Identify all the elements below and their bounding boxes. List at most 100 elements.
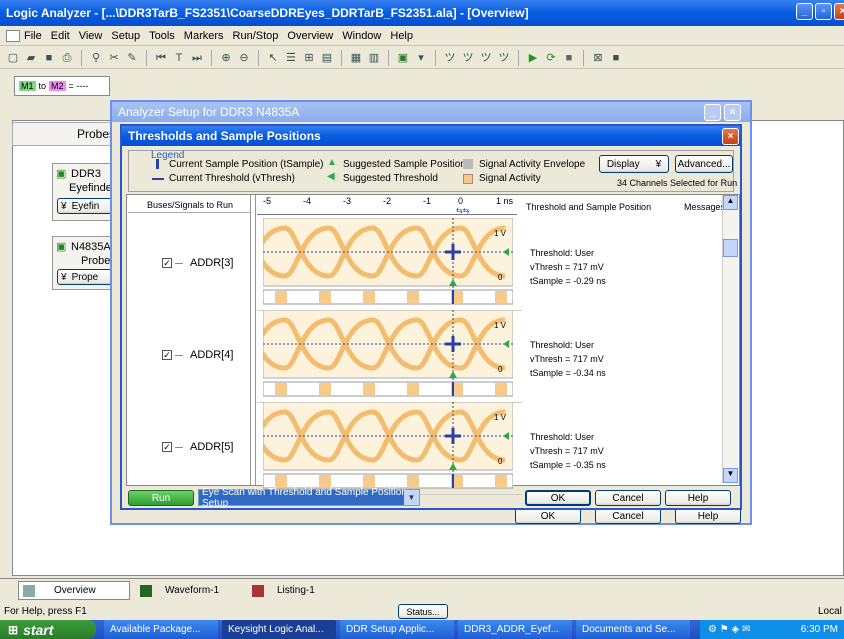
vertical-scrollbar[interactable]: ▲ ▼ [722, 195, 738, 483]
tsample-value: tSample = -0.35 ns [530, 460, 606, 470]
cancel-label: Cancel [612, 492, 644, 504]
scroll-thumb[interactable] [723, 239, 738, 257]
help-label: Help [687, 492, 709, 504]
cut-icon[interactable]: ✂ [107, 51, 121, 65]
setup-cancel-button[interactable]: Cancel [595, 508, 661, 524]
open-icon[interactable]: ▰ [24, 51, 38, 65]
cursor-icon[interactable]: ↖ [266, 51, 280, 65]
menu-file[interactable]: File [24, 30, 42, 42]
column-divider [250, 195, 251, 485]
col-buses-header: Buses/Signals to Run [147, 200, 234, 210]
probe4-icon[interactable]: ツ [497, 51, 511, 65]
axis-tick-label: -3 [343, 196, 352, 206]
legend-current-threshold: Current Threshold (vThresh) [169, 173, 295, 184]
tsample-value: tSample = -0.29 ns [530, 276, 606, 286]
view-icon[interactable]: ▦ [349, 51, 363, 65]
monitor-icon[interactable]: ▣ [396, 51, 410, 65]
envelope-swatch-icon [463, 159, 473, 169]
analyzer-setup-title: Analyzer Setup for DDR3 N4835A [118, 105, 300, 119]
tab-overview[interactable]: Overview [18, 581, 130, 600]
run-button[interactable]: Run [128, 490, 194, 506]
menu-runstop[interactable]: Run/Stop [233, 30, 279, 42]
grid-icon[interactable]: ⊞ [302, 51, 316, 65]
menu-tools[interactable]: Tools [149, 30, 175, 42]
taskbar-item[interactable]: DDR Setup Applic... [340, 620, 454, 639]
thresholds-close-button[interactable]: × [722, 128, 739, 145]
mode-select[interactable]: Eye Scan with Threshold and Sample Posit… [198, 487, 420, 509]
minimize-button[interactable]: _ [796, 3, 813, 20]
legend-suggested-threshold: Suggested Threshold [343, 173, 438, 184]
close-button[interactable]: × [834, 3, 844, 20]
print-icon[interactable]: ⎙ [60, 51, 74, 65]
vthresh-value: vThresh = 717 mV [530, 354, 604, 364]
ok-button[interactable]: OK [525, 490, 591, 506]
help-button[interactable]: Help [665, 490, 731, 506]
setup-help-button[interactable]: Help [675, 508, 741, 524]
last-icon[interactable]: ⏭ [190, 51, 204, 65]
marker-icon[interactable]: ✎ [125, 51, 139, 65]
activity-segment [407, 475, 419, 487]
probe-icon[interactable]: ツ [443, 51, 457, 65]
taskbar-item[interactable]: DDR3_ADDR_Eyef... [458, 620, 572, 639]
zoom-out-icon[interactable]: ⊖ [237, 51, 251, 65]
marker-m1[interactable]: M1 [19, 81, 36, 91]
taskbar-item[interactable]: Documents and Se... [576, 620, 690, 639]
doc-icon [6, 29, 20, 42]
bus-icon[interactable]: ☰ [284, 51, 298, 65]
signal-checkbox[interactable]: ✓ [162, 442, 172, 452]
tab-waveform[interactable]: Waveform-1 [140, 581, 240, 600]
tab-listing[interactable]: Listing-1 [252, 581, 352, 600]
probe3-icon[interactable]: ツ [479, 51, 493, 65]
menu-markers[interactable]: Markers [184, 30, 224, 42]
menu-help[interactable]: Help [390, 30, 413, 42]
signal-checkbox[interactable]: ✓ [162, 350, 172, 360]
trig-icon[interactable]: ▤ [320, 51, 334, 65]
dropdown-icon[interactable]: ▾ [414, 51, 428, 65]
trigger-icon[interactable]: T [172, 51, 186, 65]
run-icon[interactable]: ▶ [526, 51, 540, 65]
new-icon[interactable]: ▢ [6, 51, 20, 65]
signal-checkbox[interactable]: ✓ [162, 258, 172, 268]
scroll-down-icon[interactable]: ▼ [723, 468, 738, 483]
legend-signal-activity: Signal Activity [479, 173, 541, 184]
table-icon[interactable]: ▥ [367, 51, 381, 65]
find-icon[interactable]: ⚲ [89, 51, 103, 65]
advanced-button[interactable]: Advanced... [675, 155, 733, 173]
menu-overview[interactable]: Overview [287, 30, 333, 42]
toolbar-separator [211, 49, 212, 66]
cancel-button[interactable]: Cancel [595, 490, 661, 506]
probe2-icon[interactable]: ツ [461, 51, 475, 65]
restore-button[interactable]: ▫ [815, 3, 832, 20]
app-title: Logic Analyzer - [...\DDR3TarB_FS2351\Co… [6, 6, 529, 20]
toolbar-separator [81, 49, 82, 66]
first-icon[interactable]: ⏮ [154, 51, 168, 65]
setup-ok-button[interactable]: OK [515, 508, 581, 524]
save-icon[interactable]: ■ [42, 51, 56, 65]
toolbar-separator [435, 49, 436, 66]
scroll-up-icon[interactable]: ▲ [723, 195, 738, 210]
taskbar-item[interactable]: Available Package... [104, 620, 218, 639]
setup-minimize-button[interactable]: _ [704, 104, 721, 121]
menu-window[interactable]: Window [342, 30, 381, 42]
repeat-icon[interactable]: ⟳ [544, 51, 558, 65]
taskbar-item[interactable]: Keysight Logic Anal... [222, 620, 336, 639]
chevron-down-icon[interactable]: ▼ [404, 490, 419, 505]
stop-icon[interactable]: ■ [562, 51, 576, 65]
menu-setup[interactable]: Setup [111, 30, 140, 42]
status-button[interactable]: Status... [398, 604, 448, 619]
display-button[interactable]: Display ¥ [599, 155, 669, 173]
start-button[interactable]: ⊞ start [0, 620, 96, 639]
zoom-in-icon[interactable]: ⊕ [219, 51, 233, 65]
shift-arrows-icon[interactable]: ⇆⇆ [456, 206, 469, 215]
menu-view[interactable]: View [79, 30, 103, 42]
toolbar-separator [388, 49, 389, 66]
marker-to: to [38, 81, 47, 91]
marker-m2[interactable]: M2 [49, 81, 66, 91]
eye-diagram [263, 218, 513, 306]
signal-name: ADDR[4] [190, 349, 234, 361]
window-icon[interactable]: ⊠ [591, 51, 605, 65]
menu-edit[interactable]: Edit [51, 30, 70, 42]
setup-close-button[interactable]: × [724, 104, 741, 121]
panel-icon[interactable]: ■ [609, 51, 623, 65]
signal-name: ADDR[5] [190, 441, 234, 453]
